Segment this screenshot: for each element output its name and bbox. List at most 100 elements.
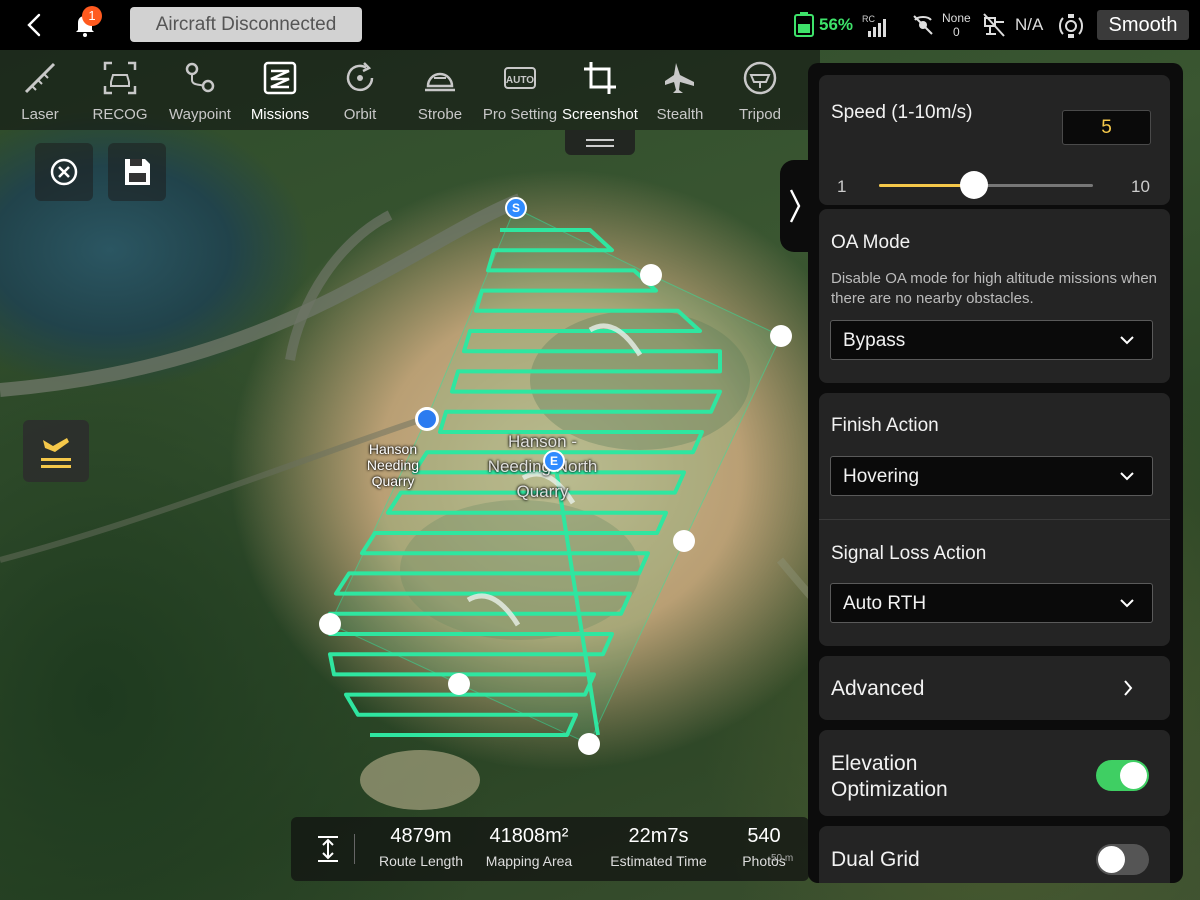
strobe-icon xyxy=(425,72,455,92)
tool-waypoint[interactable]: Waypoint xyxy=(160,50,240,130)
tool-label: RECOG xyxy=(92,106,148,123)
gps-status: N/A xyxy=(982,0,1043,50)
chevron-down-icon xyxy=(1120,472,1134,481)
elevation-optimization-card: Elevation Optimization xyxy=(819,730,1170,816)
stealth-icon xyxy=(665,63,694,93)
close-circle-icon xyxy=(50,158,78,186)
waypoint-icon xyxy=(185,62,215,93)
tool-label: Waypoint xyxy=(169,106,231,123)
stat-value: 41808m² xyxy=(489,825,569,847)
battery-icon xyxy=(794,12,814,37)
polygon-vertex-handle xyxy=(673,530,695,552)
tool-laser[interactable]: Laser xyxy=(0,50,80,130)
tool-label: Strobe xyxy=(417,106,463,123)
chevron-down-icon xyxy=(1120,599,1134,608)
rc-signal: RC xyxy=(862,0,892,50)
polygon-vertex-handle xyxy=(578,733,600,755)
back-icon[interactable] xyxy=(22,12,48,38)
oa-mode-card: OA Mode Disable OA mode for high altitud… xyxy=(819,209,1170,383)
video-signal: None 0 xyxy=(910,0,971,50)
end-marker[interactable]: E xyxy=(543,450,565,472)
map-place-label: Hanson Needing Quarry xyxy=(366,441,420,489)
video-signal-label: None xyxy=(942,11,971,25)
obstacle-avoidance-icon[interactable] xyxy=(1057,12,1085,40)
polygon-vertex-handle xyxy=(448,673,470,695)
tool-stealth[interactable]: Stealth xyxy=(640,50,720,130)
tool-label: Missions xyxy=(250,106,310,123)
dropdown-value: Auto RTH xyxy=(843,593,927,614)
elevation-optimization-toggle[interactable] xyxy=(1096,760,1149,791)
speed-max-label: 10 xyxy=(1131,177,1150,196)
toolbar-drawer-handle[interactable] xyxy=(565,130,635,155)
advanced-row[interactable]: Advanced xyxy=(819,656,1170,720)
battery-percent: 56% xyxy=(819,15,854,34)
close-mission-button[interactable] xyxy=(35,143,93,201)
gps-value: N/A xyxy=(1015,15,1044,34)
dropdown-value: Bypass xyxy=(843,330,906,351)
status-bar: 1 Aircraft Disconnected 56% RC None 0 N/… xyxy=(0,0,1200,50)
svg-text:AUTO: AUTO xyxy=(506,75,534,86)
landing-button[interactable] xyxy=(23,420,89,482)
speed-slider-thumb[interactable] xyxy=(960,171,989,199)
oa-mode-description: Disable OA mode for high altitude missio… xyxy=(831,270,1158,307)
home-point-marker[interactable] xyxy=(415,407,439,431)
tool-tripod[interactable]: Tripod xyxy=(720,50,800,130)
speed-slider[interactable] xyxy=(879,171,1093,199)
landing-icon xyxy=(41,438,71,468)
polygon-vertex-handle xyxy=(640,264,662,286)
mission-stats-bar: 4879m Route Length 41808m² Mapping Area … xyxy=(291,817,809,881)
gps-satellite-icon xyxy=(983,13,1005,37)
divider xyxy=(819,519,1170,520)
save-icon xyxy=(125,159,150,185)
oa-mode-dropdown[interactable]: Bypass xyxy=(830,320,1153,360)
save-mission-button[interactable] xyxy=(108,143,166,201)
start-marker[interactable]: S xyxy=(505,197,527,219)
tool-recog[interactable]: RECOG xyxy=(80,50,160,130)
chevron-right-icon xyxy=(789,189,801,223)
pro-setting-icon: AUTO xyxy=(504,67,536,89)
tool-label: Stealth xyxy=(656,106,704,123)
chevron-down-icon xyxy=(1120,336,1134,345)
connection-status-pill: Aircraft Disconnected xyxy=(130,7,362,42)
notification-badge: 1 xyxy=(82,6,102,26)
dual-grid-card: Dual Grid xyxy=(819,826,1170,883)
orbit-icon xyxy=(346,62,374,92)
screenshot-icon xyxy=(584,62,616,94)
tool-screenshot[interactable]: Screenshot xyxy=(560,50,640,130)
finish-action-title: Finish Action xyxy=(831,415,939,436)
speed-input[interactable]: 5 xyxy=(1062,110,1151,145)
dual-grid-toggle[interactable] xyxy=(1096,844,1149,875)
mission-settings-panel: Speed (1-10m/s) 5 1 10 OA Mode Disable O… xyxy=(808,63,1183,883)
stat-estimated-time: 22m7s Estimated Time xyxy=(601,825,716,869)
stat-label: Route Length xyxy=(378,853,464,869)
rc-label: RC xyxy=(862,14,875,24)
stat-value: 4879m xyxy=(390,825,452,847)
video-signal-off-icon xyxy=(913,15,933,35)
tool-bar: Laser RECOG Waypoint Missions Orbit Stro… xyxy=(0,50,820,130)
dropdown-value: Hovering xyxy=(843,466,920,487)
tool-missions[interactable]: Missions xyxy=(240,50,320,130)
tool-label: Screenshot xyxy=(562,106,638,123)
finish-action-dropdown[interactable]: Hovering xyxy=(830,456,1153,496)
elevation-optimization-title: Elevation Optimization xyxy=(831,752,948,801)
signal-loss-dropdown[interactable]: Auto RTH xyxy=(830,583,1153,623)
chevron-right-icon xyxy=(1124,680,1133,696)
panel-collapse-tab[interactable] xyxy=(780,160,810,252)
oa-mode-title: OA Mode xyxy=(831,232,911,253)
tool-label: Orbit xyxy=(343,106,377,123)
speed-min-label: 1 xyxy=(837,177,847,196)
tool-pro-setting[interactable]: AUTO Pro Setting xyxy=(480,50,560,130)
battery-status: 56% xyxy=(792,0,853,50)
signal-loss-title: Signal Loss Action xyxy=(831,543,987,564)
missions-icon xyxy=(263,61,297,95)
map-scale-text: 50 m xyxy=(771,853,794,864)
altitude-icon[interactable] xyxy=(315,835,341,863)
flight-mode-pill[interactable]: Smooth xyxy=(1097,10,1189,40)
tool-strobe[interactable]: Strobe xyxy=(400,50,480,130)
speed-title: Speed (1-10m/s) xyxy=(831,102,973,123)
speed-card: Speed (1-10m/s) 5 1 10 xyxy=(819,75,1170,205)
polygon-vertex-handle xyxy=(770,325,792,347)
tool-orbit[interactable]: Orbit xyxy=(320,50,400,130)
laser-icon xyxy=(24,62,56,94)
stat-value: 540 xyxy=(747,825,781,847)
